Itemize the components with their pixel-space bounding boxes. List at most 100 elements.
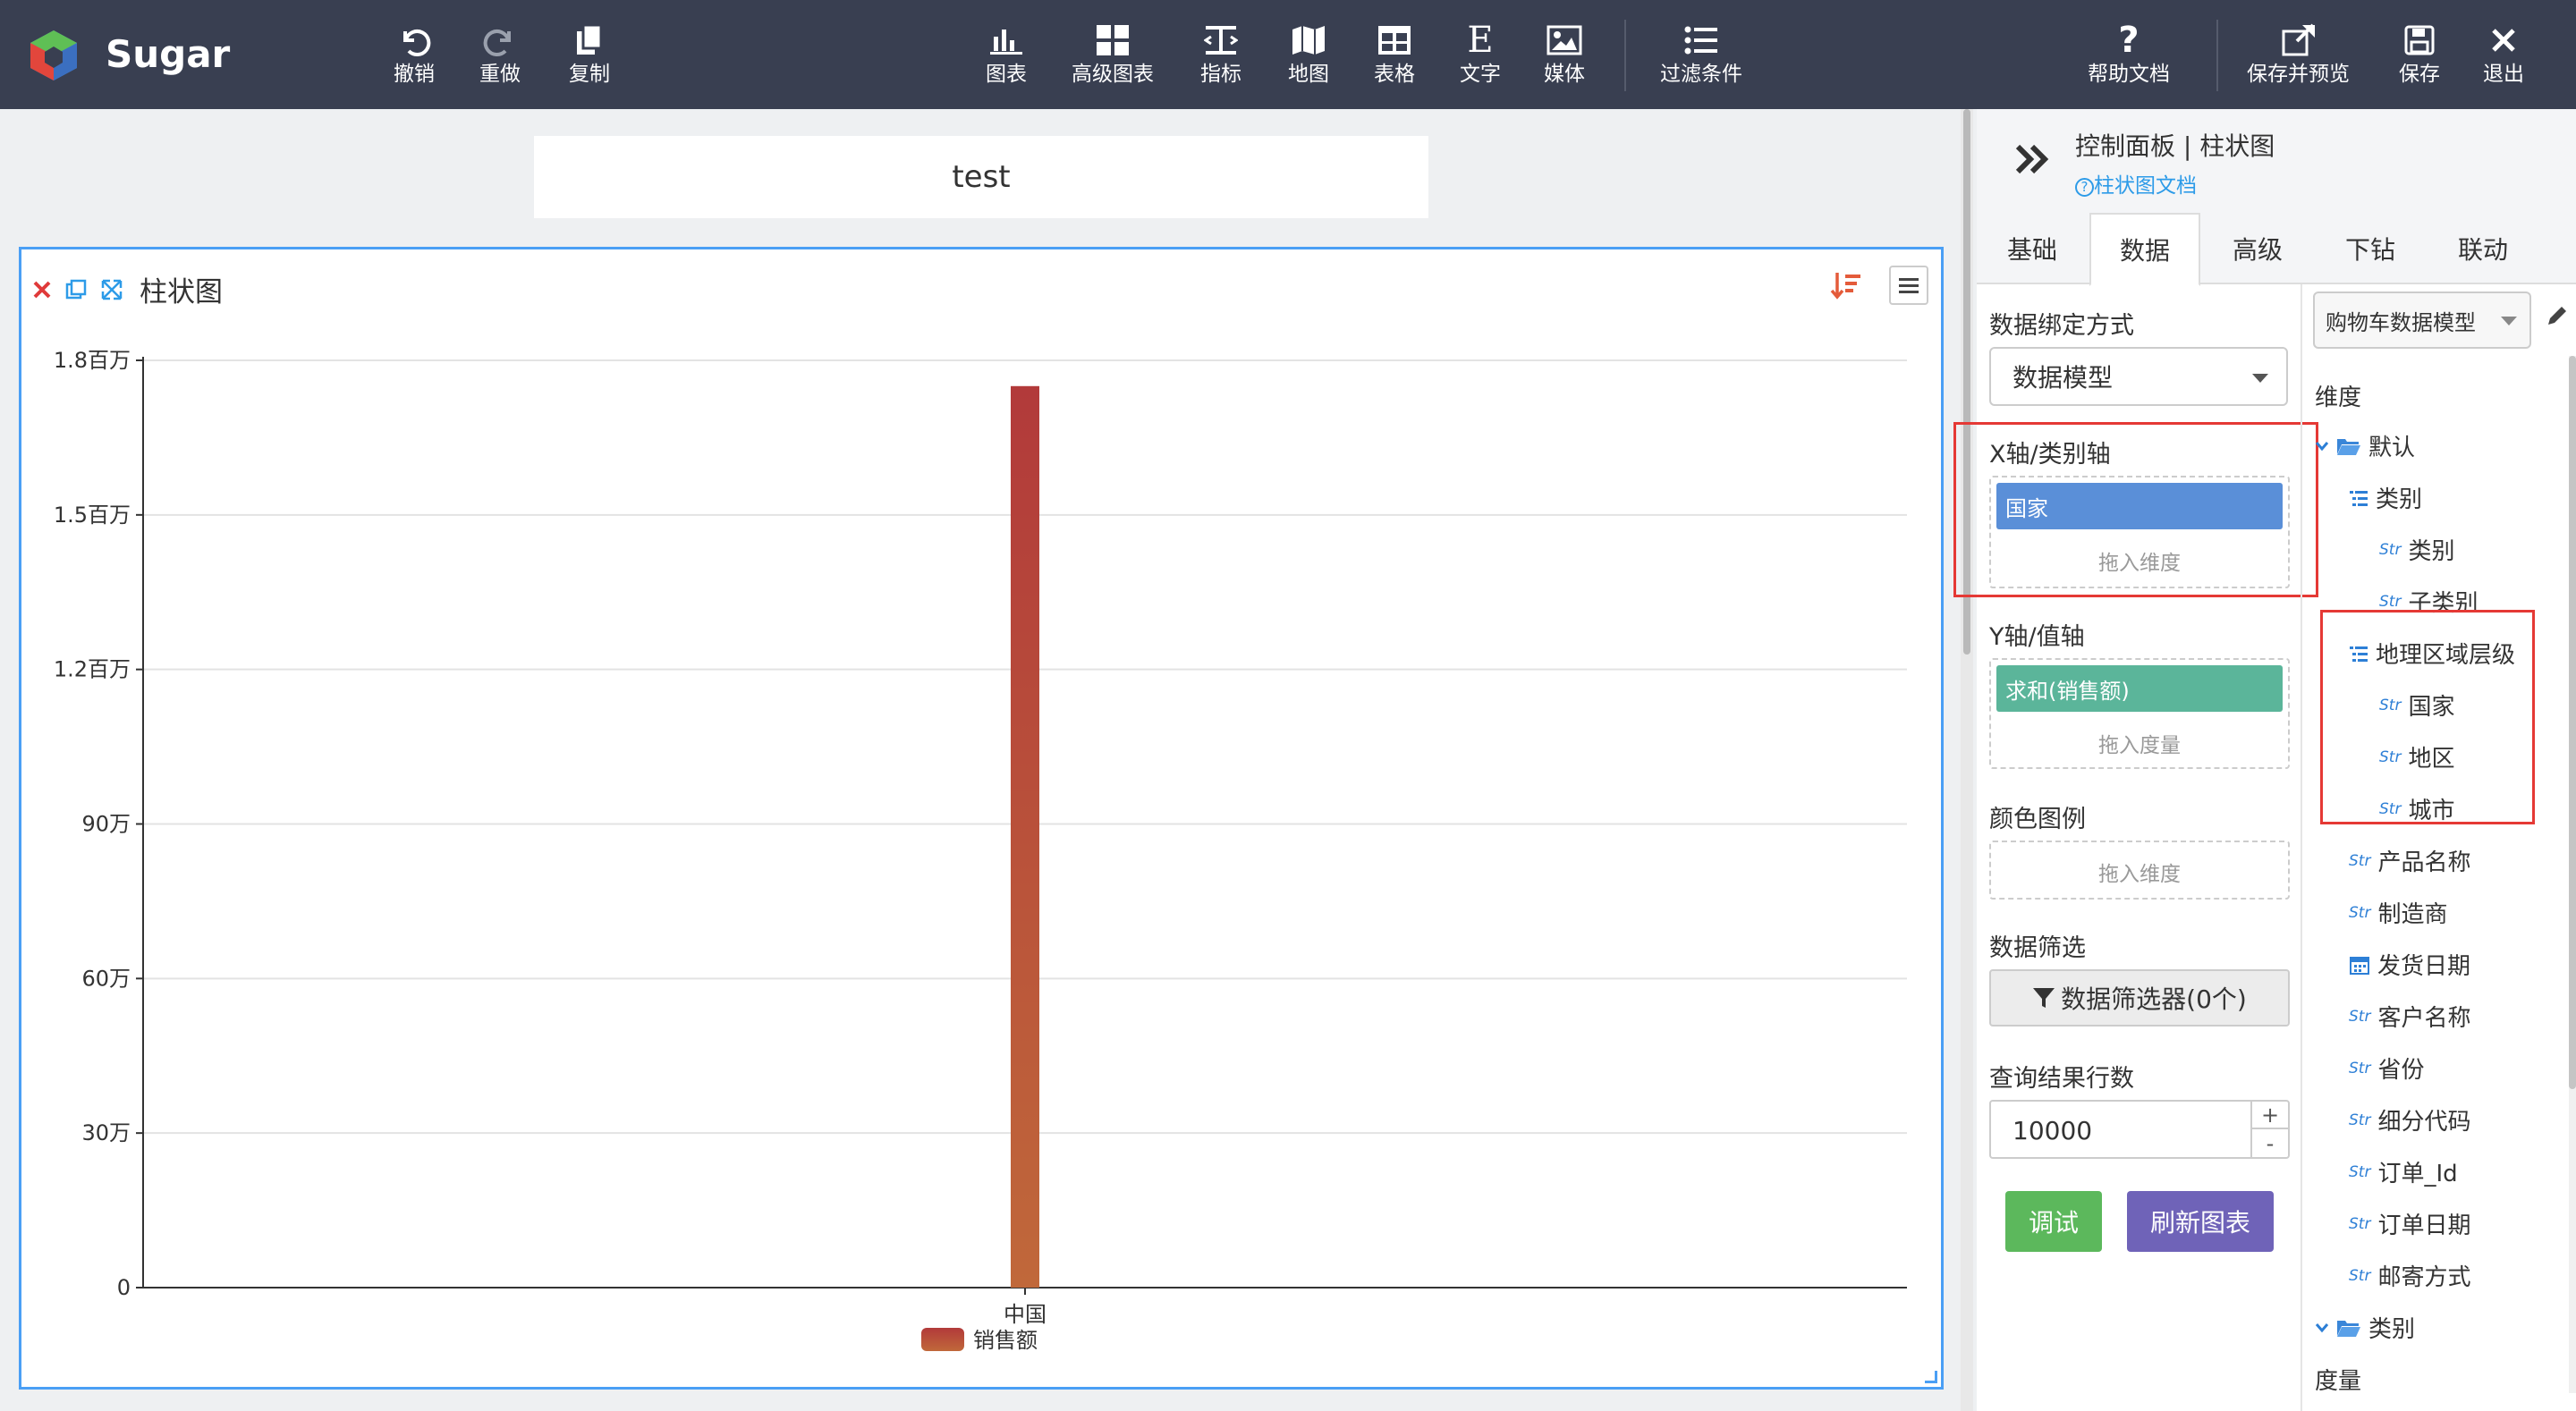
- redo-label: 重做: [479, 63, 521, 86]
- save-button[interactable]: 保存: [2399, 20, 2440, 95]
- media-button[interactable]: 媒体: [1544, 20, 1585, 95]
- data-filter-button[interactable]: 数据筛选器(0个): [1989, 969, 2290, 1027]
- tree-field-order-id[interactable]: Str 订单_Id: [2349, 1155, 2458, 1188]
- y-tick-label: 0: [117, 1275, 131, 1300]
- chevron-down-icon: [2315, 441, 2329, 451]
- chart-menu-button[interactable]: [1889, 266, 1928, 305]
- text-icon: E: [1467, 20, 1494, 61]
- help-docs-label: 帮助文档: [2088, 63, 2170, 86]
- close-icon: [2492, 29, 2515, 52]
- redo-icon: [483, 30, 511, 56]
- tree-field-product[interactable]: Str 产品名称: [2349, 844, 2470, 877]
- string-type-icon: Str: [2349, 851, 2371, 870]
- duplicate-icon[interactable]: [64, 278, 88, 301]
- toolbar-separator: [2216, 20, 2218, 91]
- string-type-icon: Str: [2349, 1059, 2371, 1077]
- tree-folder-category-label: 类别: [2368, 1316, 2416, 1343]
- dashboard-title-widget[interactable]: test: [534, 136, 1428, 218]
- refresh-chart-button[interactable]: 刷新图表: [2127, 1191, 2274, 1252]
- increment-button[interactable]: +: [2252, 1102, 2288, 1129]
- exit-button[interactable]: 退出: [2483, 20, 2524, 95]
- tree-folder-default[interactable]: 默认: [2315, 429, 2415, 462]
- save-preview-button[interactable]: 保存并预览: [2247, 20, 2350, 95]
- debug-button-label: 调试: [2028, 1208, 2079, 1238]
- bar-chart-icon: [990, 30, 1022, 55]
- color-legend-drop-zone[interactable]: 拖入维度: [1989, 841, 2290, 900]
- tree-field-province[interactable]: Str 省份: [2349, 1052, 2424, 1085]
- tree-field-label: 发货日期: [2377, 953, 2471, 980]
- y-axis-label: Y轴/值轴: [1989, 623, 2085, 651]
- data-model-select[interactable]: 购物车数据模型: [2313, 291, 2531, 349]
- map-button[interactable]: 地图: [1288, 20, 1329, 95]
- copy-button[interactable]: 复制: [569, 20, 610, 95]
- grid-icon: [1097, 25, 1129, 55]
- tree-folder-default-label: 默认: [2368, 435, 2416, 461]
- tree-field-customer[interactable]: Str 客户名称: [2349, 1000, 2470, 1033]
- tab-data[interactable]: 数据: [2089, 213, 2200, 286]
- tab-basic[interactable]: 基础: [1977, 213, 2088, 284]
- tab-drilldown[interactable]: 下钻: [2315, 213, 2426, 284]
- help-docs-button[interactable]: ? 帮助文档: [2088, 20, 2170, 95]
- chart-doc-link[interactable]: ? 柱状图文档: [2075, 168, 2197, 199]
- tree-group-category[interactable]: 类别: [2349, 481, 2422, 514]
- tab-linkage[interactable]: 联动: [2428, 213, 2538, 284]
- tree-field-label: 订单日期: [2377, 1212, 2471, 1239]
- caret-down-icon: [2501, 317, 2517, 325]
- advanced-chart-button[interactable]: 高级图表: [1072, 20, 1154, 95]
- tree-folder-category[interactable]: 类别: [2315, 1311, 2415, 1344]
- double-chevron-right-icon[interactable]: [2012, 141, 2052, 177]
- metric-button[interactable]: 指标: [1200, 20, 1241, 95]
- filter-conditions-button[interactable]: 过滤条件: [1660, 20, 1742, 95]
- save-preview-label: 保存并预览: [2247, 63, 2350, 86]
- folder-open-icon: [2337, 1320, 2360, 1337]
- data-model-value: 购物车数据模型: [2326, 309, 2476, 335]
- tree-field-order-date[interactable]: Str 订单日期: [2349, 1207, 2470, 1240]
- y-axis-field-name: 求和(销售额): [2005, 678, 2130, 704]
- advanced-chart-label: 高级图表: [1072, 63, 1154, 86]
- query-rows-input[interactable]: 10000 + -: [1989, 1100, 2290, 1159]
- tree-field-label: 客户名称: [2377, 1005, 2471, 1032]
- dimension-header: 维度: [2315, 379, 2361, 412]
- tab-linkage-label: 联动: [2457, 235, 2508, 265]
- chevron-down-icon: [2315, 1322, 2329, 1332]
- string-type-icon: Str: [2349, 903, 2371, 922]
- dimension-header-label: 维度: [2315, 384, 2362, 411]
- undo-button[interactable]: 撤销: [394, 20, 435, 95]
- redo-button[interactable]: 重做: [479, 20, 521, 95]
- fullscreen-icon[interactable]: [100, 278, 123, 301]
- color-legend-label: 颜色图例: [1989, 806, 2086, 833]
- table-button[interactable]: 表格: [1374, 20, 1415, 95]
- field-tree-column: 购物车数据模型 维度 默认 类别 Str 类别 Str 子类别 地理区域层级 Str…: [2301, 284, 2576, 1411]
- tree-field-ship-date[interactable]: 发货日期: [2349, 948, 2470, 981]
- data-filter-label: 数据筛选: [1989, 934, 2086, 962]
- color-legend-drop-hint: 拖入维度: [2098, 863, 2181, 886]
- tree-field-category[interactable]: Str 类别: [2379, 533, 2454, 566]
- y-axis-drop-zone[interactable]: 求和(销售额) 拖入度量: [1989, 658, 2290, 769]
- panel-splitter[interactable]: [1961, 109, 1973, 1411]
- tree-field-maker[interactable]: Str 制造商: [2349, 896, 2447, 929]
- tree-field-ship-mode[interactable]: Str 邮寄方式: [2349, 1259, 2470, 1292]
- string-type-icon: Str: [2379, 592, 2402, 611]
- decrement-button[interactable]: -: [2252, 1129, 2288, 1157]
- debug-button[interactable]: 调试: [2005, 1191, 2102, 1252]
- binding-mode-select[interactable]: 数据模型: [1989, 347, 2288, 406]
- toolbar-separator: [1624, 20, 1626, 91]
- tree-scrollbar-thumb[interactable]: [2569, 356, 2576, 1089]
- y-axis-field-chip[interactable]: 求和(销售额): [1996, 665, 2283, 712]
- table-icon: [1378, 26, 1411, 55]
- pencil-icon[interactable]: [2544, 302, 2571, 329]
- chart-button[interactable]: 图表: [986, 20, 1027, 95]
- sort-icon[interactable]: [1830, 269, 1862, 301]
- tab-advanced[interactable]: 高级: [2202, 213, 2313, 284]
- text-button[interactable]: E 文字: [1460, 20, 1501, 95]
- resize-handle[interactable]: [1925, 1371, 1937, 1383]
- delete-icon[interactable]: [32, 280, 52, 300]
- chart-widget[interactable]: 0 30万 60万 90万 1.2百万 1.5百万 1.8百万 中国 销售额 柱状图: [19, 247, 1944, 1390]
- x-tick-label: 中国: [1004, 1302, 1046, 1327]
- string-type-icon: Str: [2349, 1266, 2371, 1285]
- y-tick-label: 1.5百万: [54, 503, 131, 528]
- map-label: 地图: [1288, 63, 1329, 86]
- tree-field-segment-code[interactable]: Str 细分代码: [2349, 1103, 2470, 1136]
- tree-field-label: 类别: [2408, 538, 2455, 565]
- control-panel-header: 控制面板 | 柱状图 ? 柱状图文档: [1977, 109, 2576, 213]
